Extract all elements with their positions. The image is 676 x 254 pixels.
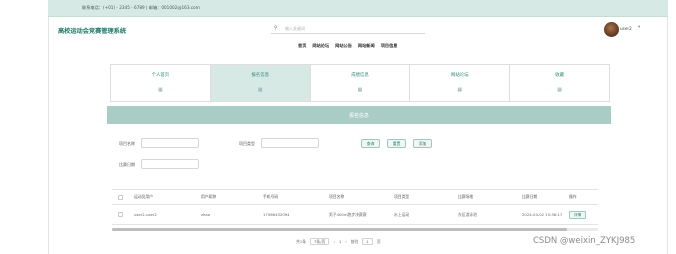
center-menu: 个人首页 ▦ 报名信息 ▦ 成绩信息 ▦ 网站论坛 ▦ 收藏 ▦ [110, 64, 610, 102]
cell-date: 2024-04-02 15:36:17 [522, 212, 563, 217]
cell-phone: 17566432094 [263, 212, 290, 217]
total-count: 共1条 [296, 238, 307, 244]
grid-icon: ▦ [357, 87, 363, 93]
table-scrollbar[interactable] [112, 228, 598, 231]
col-date: 比赛日期 [522, 194, 538, 199]
table-header-row: 运动员用户 用户昵称 手机号码 项目名称 项目类型 比赛场地 比赛日期 操作 [112, 189, 598, 205]
menu-card-label: 个人首页 [151, 73, 170, 78]
project-name-input[interactable] [141, 138, 199, 148]
contact-text: 联系电话：(+01) - 2345 - 6789 | 邮箱：001002@163… [82, 5, 200, 10]
cell-project-type: 水上运动 [394, 211, 410, 217]
row-checkbox[interactable] [118, 205, 123, 224]
grid-icon: ▦ [257, 87, 263, 93]
next-page-icon[interactable]: › [345, 239, 347, 244]
menu-card-label: 网站论坛 [451, 73, 469, 78]
contact-bar: 联系电话：(+01) - 2345 - 6789 | 邮箱：001002@163… [48, 0, 668, 17]
reset-button[interactable]: 重置 [387, 139, 406, 148]
project-name-label: 项目名称 [119, 141, 135, 146]
nav-item-home[interactable]: 首页 [298, 43, 306, 49]
avatar[interactable] [604, 22, 619, 37]
search-box[interactable]: ⚲ 输入关键词 [271, 24, 425, 34]
cell-nickname: zhao [201, 212, 211, 217]
col-athlete: 运动员用户 [134, 194, 153, 199]
username[interactable]: user2 [620, 26, 632, 31]
detail-button-wrap: 详情 [569, 205, 587, 224]
cell-venue: 东区游泳池 [458, 211, 477, 217]
nav-item-forum[interactable]: 网站论坛 [312, 43, 329, 49]
scrollbar-thumb[interactable] [112, 228, 567, 231]
grid-icon: ▦ [457, 87, 463, 93]
goto-label: 前往 [350, 238, 359, 244]
project-type-label: 项目类型 [239, 141, 255, 146]
chevron-down-icon[interactable]: ▾ [638, 25, 640, 30]
menu-card-registration[interactable]: 报名信息 ▦ [210, 65, 311, 101]
search-placeholder: 输入关键词 [285, 26, 305, 31]
site-title: 高校运动会竞赛管理系统 [58, 28, 127, 35]
prev-page-icon[interactable]: ‹ [333, 239, 335, 244]
col-action: 操作 [569, 194, 577, 199]
match-date-input[interactable] [141, 159, 199, 169]
cell-project-name: 男子400m跑步决赛赛 [329, 211, 367, 217]
add-button[interactable]: 添加 [413, 139, 432, 148]
detail-button[interactable]: 详情 [569, 210, 587, 219]
nav-item-news[interactable]: 网站新闻 [358, 43, 375, 49]
nav-item-announcements[interactable]: 网站公告 [335, 43, 352, 49]
match-date-label: 比赛日期 [119, 162, 135, 167]
cell-athlete: user2-user2 [134, 212, 157, 217]
current-page[interactable]: 1 [339, 239, 341, 244]
nav-item-projects[interactable]: 项目信息 [381, 43, 398, 49]
section-title: 报名信息 [348, 113, 369, 119]
menu-card-forum[interactable]: 网站论坛 ▦ [410, 65, 511, 101]
menu-card-scores[interactable]: 成绩信息 ▦ [310, 65, 411, 101]
menu-card-label: 成绩信息 [351, 73, 369, 78]
menu-card-label: 收藏 [555, 73, 564, 78]
watermark: CSDN @weixin_ZYKJ985 [533, 236, 636, 246]
col-project-type: 项目类型 [394, 194, 410, 199]
select-all-checkbox[interactable] [118, 190, 123, 204]
col-nickname: 用户昵称 [201, 194, 217, 199]
col-project-name: 项目名称 [329, 194, 345, 199]
menu-card-profile[interactable]: 个人首页 ▦ [111, 65, 211, 101]
table-row: user2-user2 zhao 17566432094 男子400m跑步决赛赛… [112, 205, 598, 225]
search-icon: ⚲ [274, 25, 278, 31]
registration-table: 运动员用户 用户昵称 手机号码 项目名称 项目类型 比赛场地 比赛日期 操作 u… [112, 189, 598, 225]
col-phone: 手机号码 [263, 194, 279, 199]
main-nav: 首页 网站论坛 网站公告 网站新闻 项目信息 [298, 43, 397, 49]
grid-icon: ▦ [557, 87, 562, 93]
goto-input[interactable]: 1 [362, 238, 373, 245]
page-size-select[interactable]: 7条/页 [310, 238, 330, 245]
menu-card-favorites[interactable]: 收藏 ▦ [510, 65, 609, 101]
pagination: 共1条 7条/页 ‹ 1 › 前往 1 页 [296, 238, 381, 245]
menu-card-label: 报名信息 [251, 73, 269, 78]
section-banner: 报名信息 [107, 106, 611, 124]
col-venue: 比赛场地 [458, 194, 474, 199]
project-type-input[interactable] [261, 138, 319, 148]
search-button[interactable]: 查询 [361, 139, 380, 148]
grid-icon: ▦ [158, 87, 163, 93]
page-unit: 页 [376, 238, 381, 244]
